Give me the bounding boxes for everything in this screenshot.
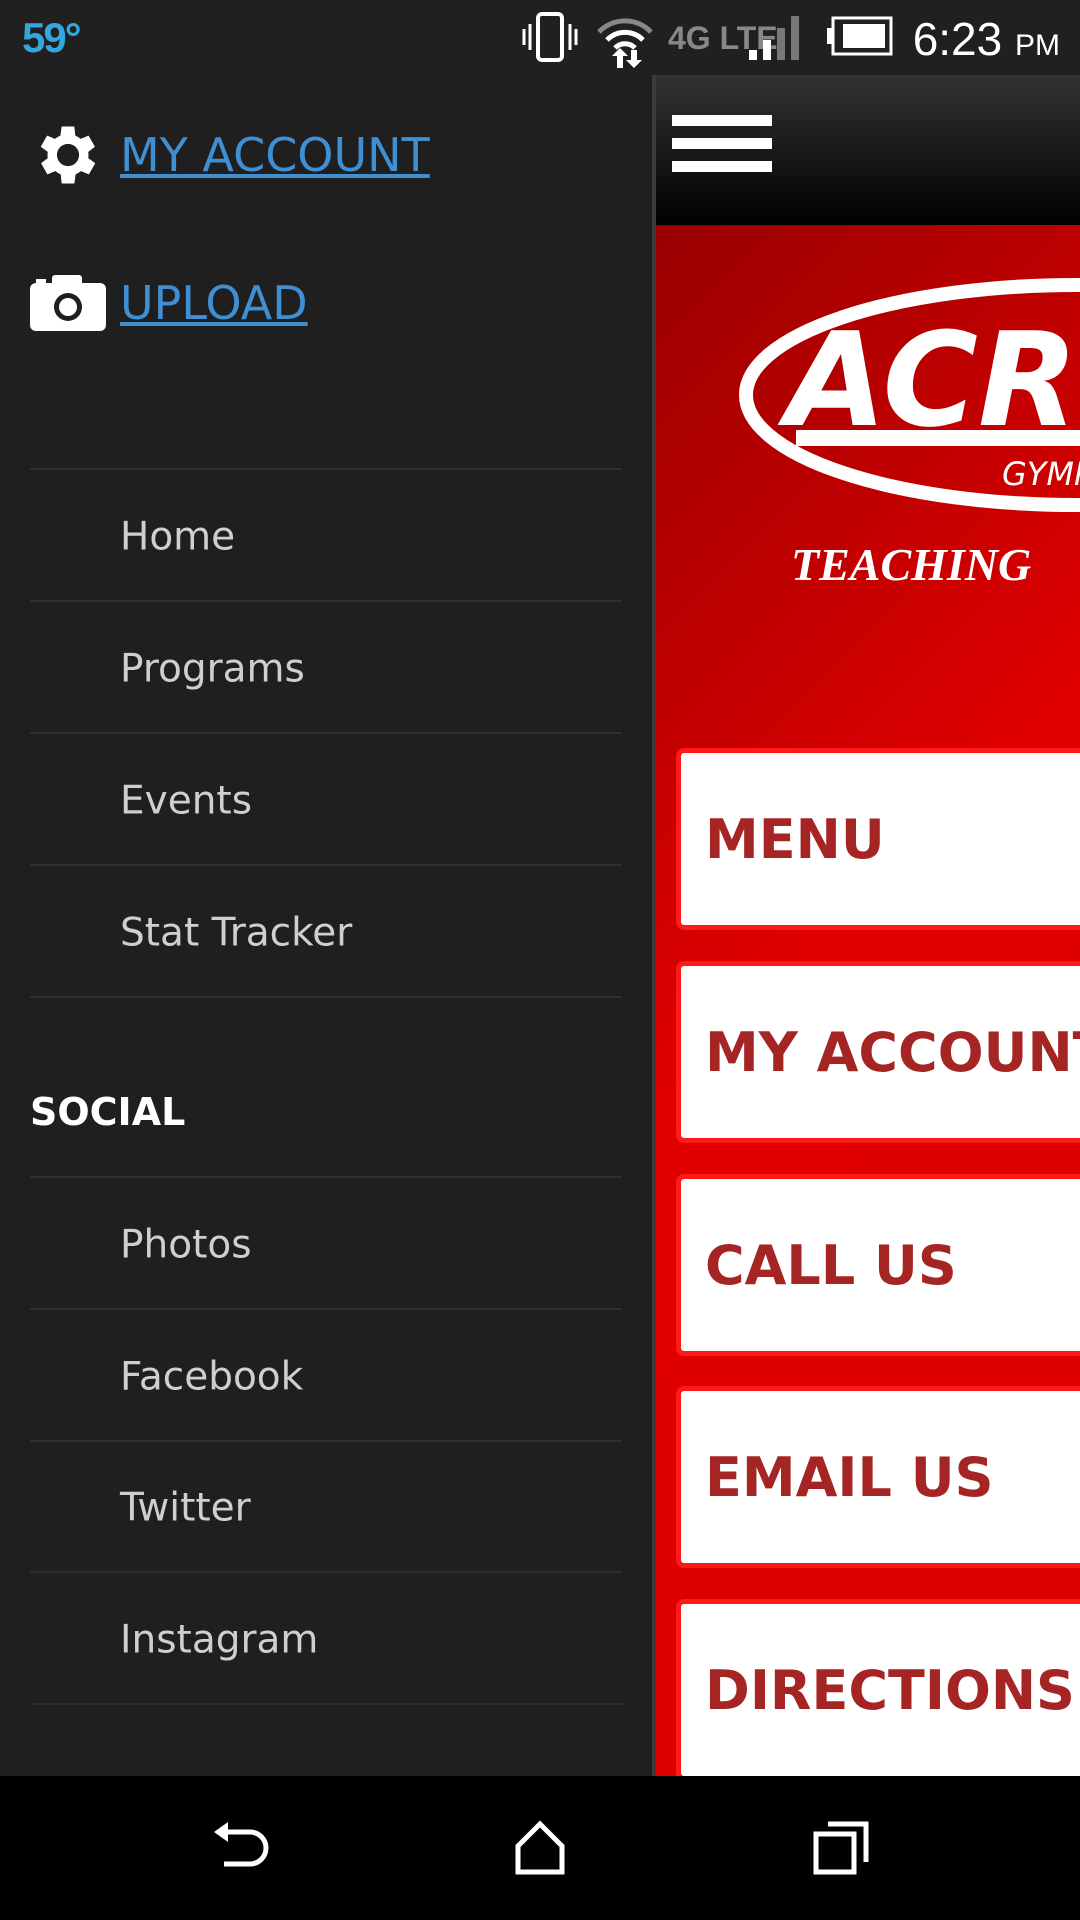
call-us-button[interactable]: CALL US xyxy=(676,1174,1080,1356)
svg-text:GYMNASTICS: GYMNASTICS xyxy=(1002,455,1080,493)
divider xyxy=(30,1308,622,1310)
divider xyxy=(30,732,622,734)
divider xyxy=(30,600,622,602)
upload-link[interactable]: UPLOAD xyxy=(30,273,308,333)
divider xyxy=(30,1176,622,1178)
signal-icon xyxy=(749,16,799,60)
divider xyxy=(30,1440,622,1442)
divider xyxy=(30,864,622,866)
wifi-icon xyxy=(597,18,653,68)
ampm: PM xyxy=(1015,29,1060,62)
nav-item-stat-tracker[interactable]: Stat Tracker xyxy=(120,911,352,956)
gear-icon xyxy=(40,126,96,184)
app-header xyxy=(656,75,1080,225)
system-nav-bar xyxy=(0,1776,1080,1920)
my-account-label: MY ACCOUNT xyxy=(120,128,430,182)
vibrate-icon xyxy=(522,12,578,62)
navigation-drawer: MY ACCOUNT UPLOAD Home Programs Events S… xyxy=(0,75,652,1776)
divider xyxy=(30,1703,622,1705)
upload-label: UPLOAD xyxy=(120,276,308,330)
camera-icon xyxy=(30,275,106,331)
gym-logo: ACR GYMNASTICS TEACHING xyxy=(739,278,1080,590)
clock: 6:23 PM xyxy=(913,12,1060,66)
hamburger-menu-icon[interactable] xyxy=(672,115,772,184)
social-item-instagram[interactable]: Instagram xyxy=(120,1618,318,1663)
divider xyxy=(30,1571,622,1573)
social-heading: SOCIAL xyxy=(30,1090,186,1134)
main-content: ACR GYMNASTICS TEACHING MENU MY ACCOUNT … xyxy=(652,75,1080,1776)
social-item-facebook[interactable]: Facebook xyxy=(120,1355,303,1400)
divider xyxy=(30,468,622,470)
social-item-twitter[interactable]: Twitter xyxy=(120,1486,251,1531)
menu-button[interactable]: MENU xyxy=(676,748,1080,930)
directions-button[interactable]: DIRECTIONS xyxy=(676,1599,1080,1776)
nav-item-programs[interactable]: Programs xyxy=(120,647,305,692)
status-bar: 59° 4G LTE 6:23 PM xyxy=(0,0,1080,75)
home-panel: ACR GYMNASTICS TEACHING MENU MY ACCOUNT … xyxy=(656,225,1080,1776)
time: 6:23 xyxy=(912,13,1003,65)
temperature: 59° xyxy=(22,14,81,61)
email-us-button[interactable]: EMAIL US xyxy=(676,1386,1080,1568)
nav-item-home[interactable]: Home xyxy=(120,515,235,560)
battery-icon xyxy=(827,16,893,56)
divider xyxy=(30,996,622,998)
back-icon[interactable] xyxy=(210,1818,272,1878)
home-icon[interactable] xyxy=(510,1818,570,1878)
my-account-link[interactable]: MY ACCOUNT xyxy=(30,117,430,193)
social-item-photos[interactable]: Photos xyxy=(120,1223,252,1268)
recent-apps-icon[interactable] xyxy=(812,1818,872,1878)
my-account-button[interactable]: MY ACCOUNT xyxy=(676,961,1080,1143)
tagline: TEACHING xyxy=(791,539,1031,590)
nav-item-events[interactable]: Events xyxy=(120,779,252,824)
